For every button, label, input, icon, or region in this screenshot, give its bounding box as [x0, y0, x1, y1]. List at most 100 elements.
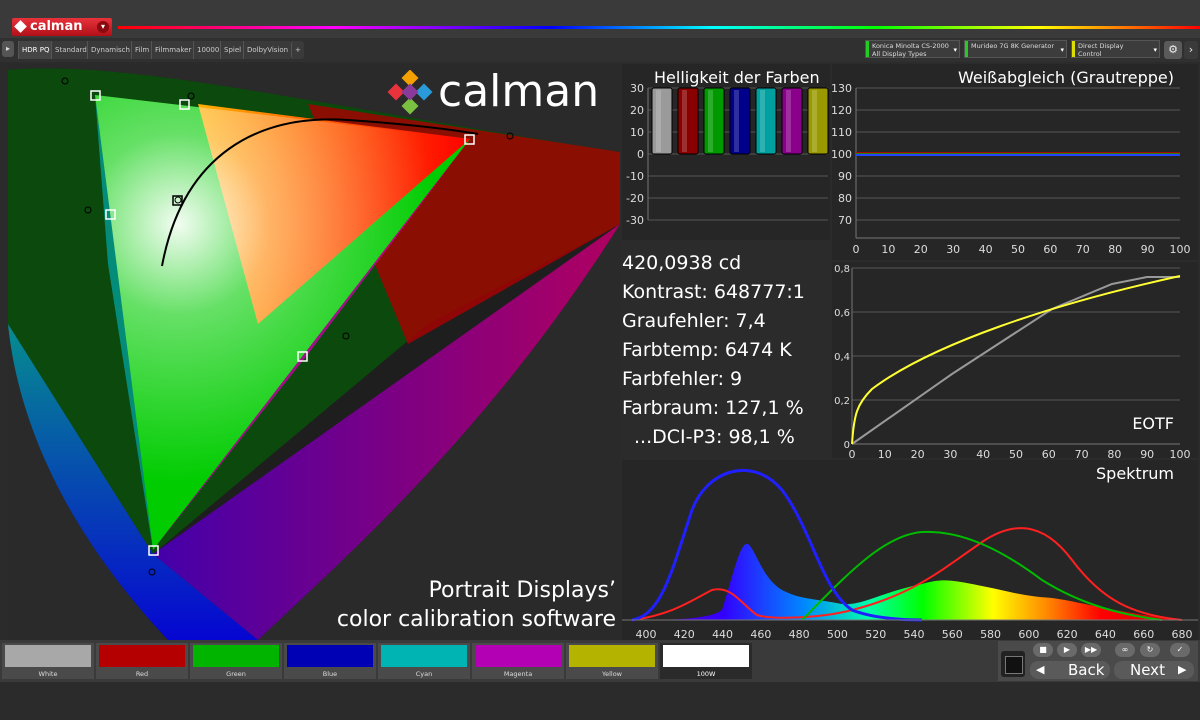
spectrum-chart-panel: 400 420 440 460 480 500 520 540 560 580 600 620 640 6… [622, 460, 1198, 641]
device-generator[interactable]: Murideo 7G 8K Generator ▾ [964, 40, 1067, 58]
chevron-down-icon: ▾ [1153, 46, 1157, 54]
swatch-magenta[interactable]: Magenta [472, 643, 564, 679]
tab-film[interactable]: Film [131, 41, 153, 59]
swatch-label: White [38, 670, 58, 678]
skip-icon[interactable]: ▶▶ [1081, 643, 1101, 657]
swatch-color [569, 645, 655, 667]
chevron-down-icon[interactable]: ▾ [97, 21, 109, 33]
back-button[interactable]: ◀ Back [1030, 661, 1110, 679]
x-tick-label: 100 [1170, 243, 1191, 256]
measured-spectrum [642, 543, 1182, 620]
x-tick-label: 60 [1043, 243, 1057, 256]
gear-icon[interactable]: ⚙ [1164, 41, 1182, 59]
add-tab-button[interactable]: + [291, 41, 304, 59]
next-button[interactable]: Next ▶ [1114, 661, 1194, 679]
bar-green [703, 87, 725, 155]
tab-standard[interactable]: Standard [51, 41, 90, 59]
swatch-label: Blue [322, 670, 338, 678]
x-tick-label: 50 [1011, 243, 1025, 256]
swatch-yellow[interactable]: Yellow [566, 643, 658, 679]
x-tick-label: 0 [849, 448, 856, 458]
bar-blue [729, 87, 751, 155]
y-tick-label: 130 [832, 82, 852, 95]
swatch-red[interactable]: Red [96, 643, 188, 679]
refresh-icon[interactable]: ↻ [1140, 643, 1160, 657]
x-tick-label: 30 [943, 448, 957, 458]
x-tick-label: 20 [911, 448, 925, 458]
swatch-color [99, 645, 185, 667]
swatch-label: Magenta [503, 670, 533, 678]
swatch-label: Green [226, 670, 246, 678]
swatch-label: Red [135, 670, 149, 678]
cie-diagram-panel: calman Portrait Displays’ color calibrat… [8, 64, 620, 640]
x-tick-label: 640 [1095, 628, 1116, 640]
brightness-chart: 30 20 10 0 -10 -20 -30 [626, 82, 829, 227]
bar-highlight [786, 90, 791, 152]
tab-filmmaker[interactable]: Filmmaker [151, 41, 195, 59]
swatch-label: Cyan [415, 670, 433, 678]
play-icon[interactable]: ▶ [1057, 643, 1077, 657]
swatch-100w[interactable]: 100W [660, 643, 752, 679]
y-tick-label: 70 [838, 214, 852, 227]
stat-contrast: Kontrast: 648777:1 [622, 281, 805, 303]
swatch-white[interactable]: White [2, 643, 94, 679]
measured-eotf-curve [851, 275, 1181, 445]
device-display-control[interactable]: Direct Display Control ▾ [1071, 40, 1160, 58]
y-tick-label: 120 [832, 104, 852, 117]
bar-highlight [734, 90, 739, 152]
swatch-cyan[interactable]: Cyan [378, 643, 470, 679]
stop-icon[interactable]: ■ [1033, 643, 1053, 657]
bar-highlight [656, 90, 661, 152]
stat-gray-error: Graufehler: 7,4 [622, 310, 766, 332]
chevron-right-icon[interactable]: › [1184, 41, 1198, 59]
loop-icon[interactable]: ∞ [1115, 643, 1135, 657]
y-tick-label: 0,4 [834, 352, 850, 363]
device-status-bar [1072, 41, 1075, 57]
device-line1: Direct Display Control [1078, 42, 1124, 58]
device-meter[interactable]: Konica Minolta CS-2000 All Display Types… [865, 40, 960, 58]
swatch-color [193, 645, 279, 667]
tab-hdr-pq[interactable]: HDR PQ [18, 41, 53, 59]
tab-10000[interactable]: 10000 [193, 41, 223, 59]
bar-cyan [755, 87, 777, 155]
bar-highlight [682, 90, 687, 152]
bar-red [677, 87, 699, 155]
swatch-blue[interactable]: Blue [284, 643, 376, 679]
x-tick-label: 60 [1042, 448, 1056, 458]
x-tick-label: 70 [1075, 448, 1089, 458]
x-tick-label: 420 [674, 628, 695, 640]
calman-menu-button[interactable]: calman ▾ [12, 18, 112, 36]
stat-luminance: 420,0938 cd [622, 252, 742, 274]
check-icon[interactable]: ✓ [1170, 643, 1190, 657]
y-tick-label: 0,2 [834, 396, 850, 407]
swatch-green[interactable]: Green [190, 643, 282, 679]
swatch-color [5, 645, 91, 667]
swatch-color [287, 645, 373, 667]
y-tick-label: 100 [832, 148, 852, 161]
calman-logo-text: calman [438, 66, 600, 117]
bar-yellow [807, 87, 829, 155]
device-status-bar [965, 41, 968, 57]
swatch-color [663, 645, 749, 667]
x-tick-label: 620 [1057, 628, 1078, 640]
workflow-toggle[interactable] [1001, 651, 1025, 677]
stat-color-error: Farbfehler: 9 [622, 368, 743, 390]
spectrum-chart-title: Spektrum [1096, 464, 1174, 483]
y-tick-label: 20 [630, 104, 644, 117]
x-tick-label: 80 [1107, 448, 1121, 458]
arrow-left-icon: ◀ [1036, 663, 1045, 676]
tab-spiel[interactable]: Spiel [220, 41, 245, 59]
arrow-right-icon: ▶ [1178, 663, 1187, 676]
x-tick-label: 440 [712, 628, 733, 640]
stat-gamut: Farbraum: 127,1 % [622, 397, 804, 419]
x-tick-label: 460 [750, 628, 771, 640]
y-tick-label: -30 [626, 214, 644, 227]
x-tick-label: 90 [1141, 243, 1155, 256]
play-icon[interactable]: ▸ [2, 41, 14, 57]
tab-dynamisch[interactable]: Dynamisch [87, 41, 133, 59]
tab-dolbyvision[interactable]: DolbyVision [243, 41, 292, 59]
target-eotf-curve [851, 276, 1180, 445]
swatch-color [381, 645, 467, 667]
back-label: Back [1068, 661, 1105, 679]
x-tick-label: 20 [914, 243, 928, 256]
